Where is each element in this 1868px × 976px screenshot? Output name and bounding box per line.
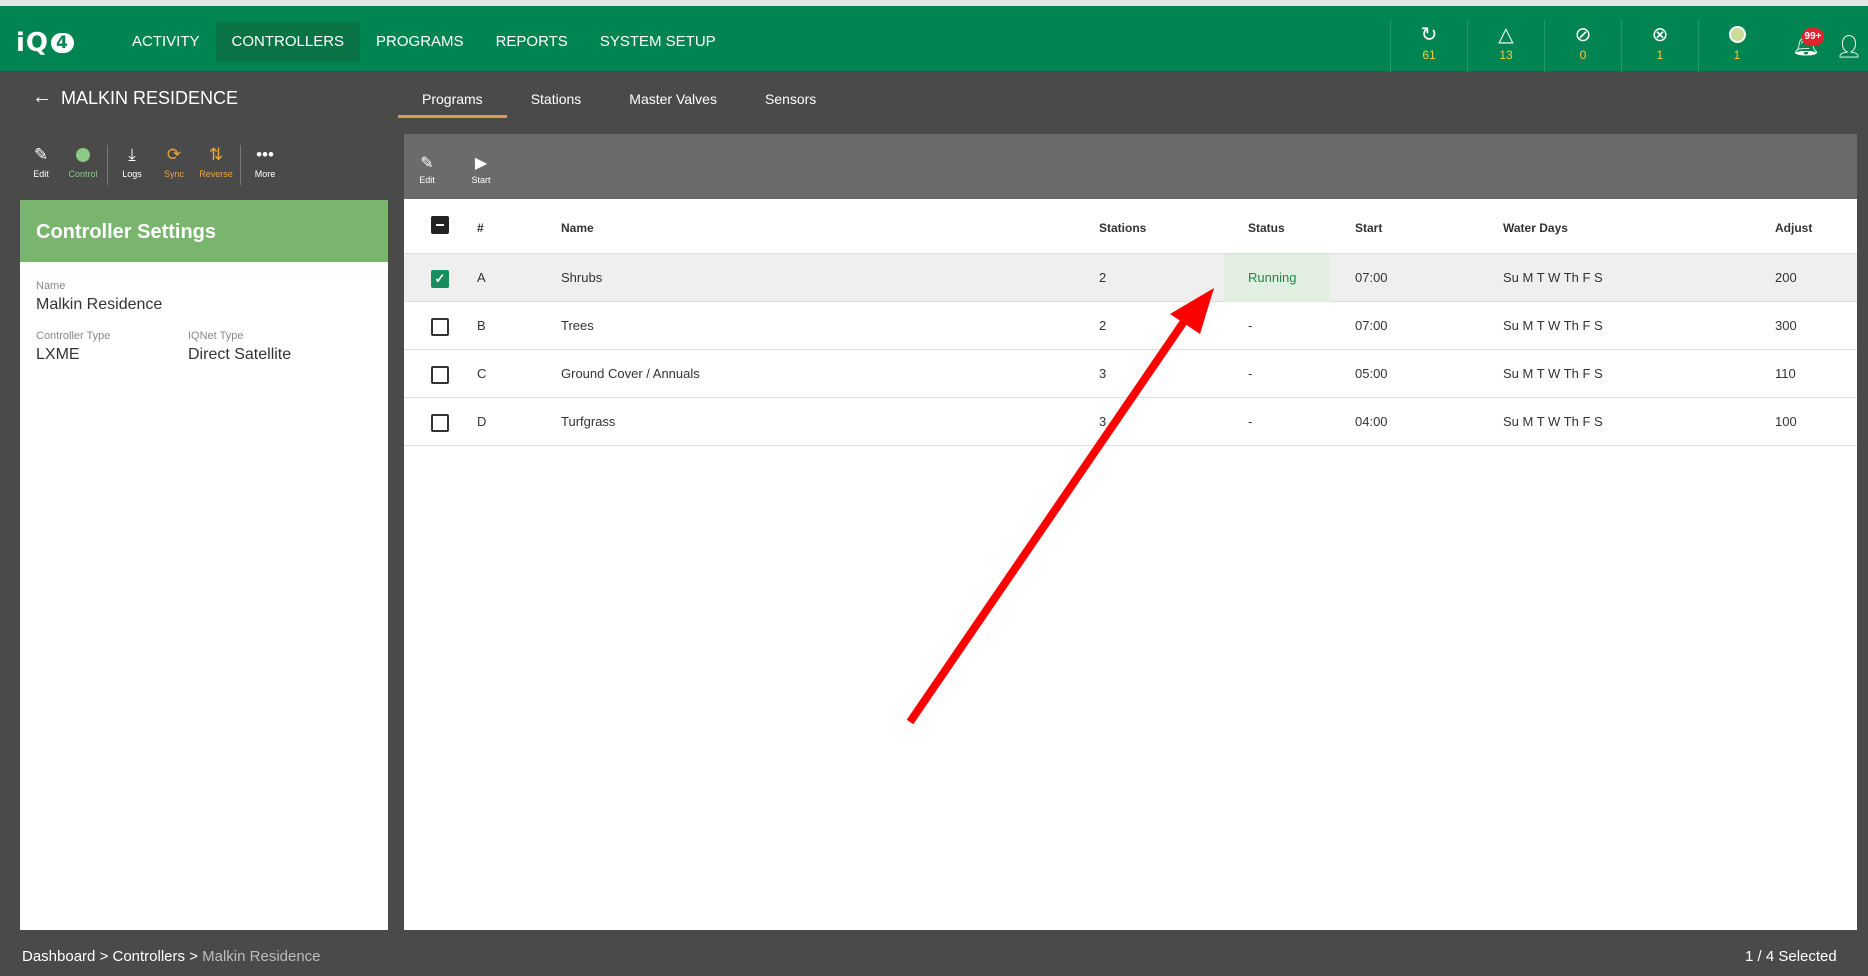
annotation-arrow-icon [906,288,1214,725]
